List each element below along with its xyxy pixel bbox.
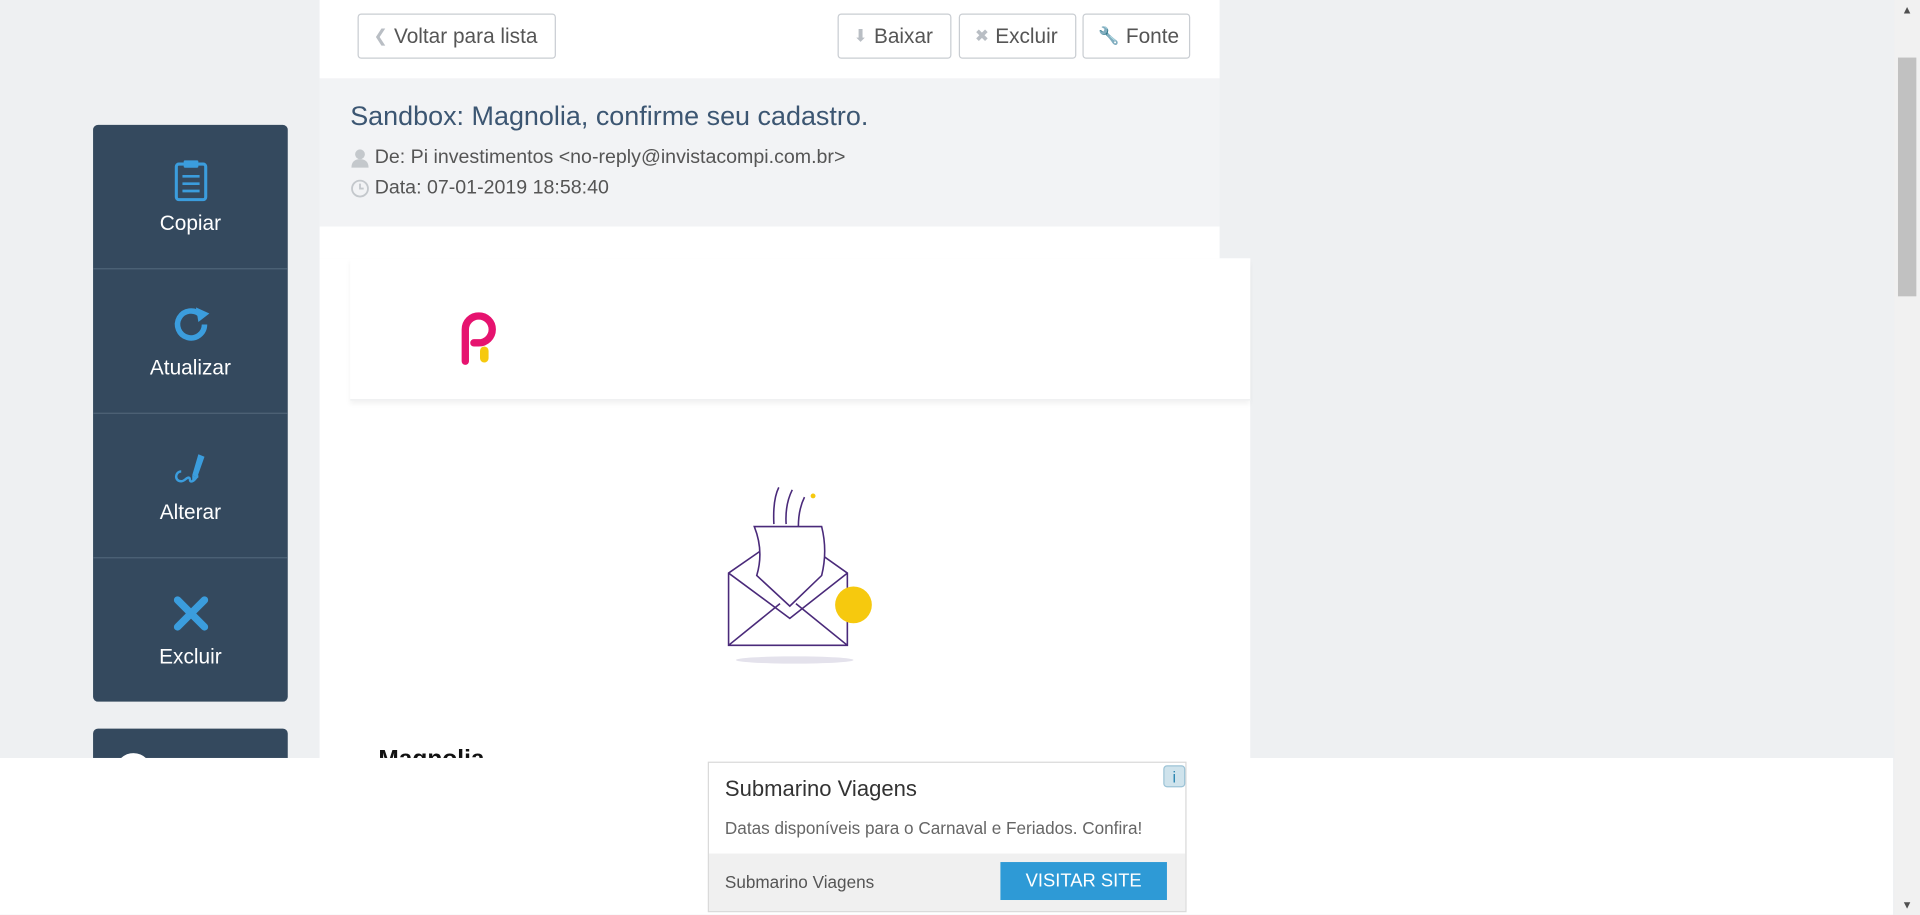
- pi-logo: [461, 312, 496, 365]
- scroll-down-arrow-icon[interactable]: ▼: [1894, 895, 1920, 915]
- visit-site-button[interactable]: VISITAR SITE: [1000, 862, 1167, 901]
- message-from: De: Pi investimentos <no-reply@invistaco…: [374, 146, 846, 168]
- download-button[interactable]: ⬇ Baixar: [837, 13, 952, 59]
- delete-side-button[interactable]: Excluir: [93, 558, 288, 701]
- ad-info-icon[interactable]: i: [1163, 765, 1186, 788]
- refresh-icon: [174, 306, 209, 341]
- source-button[interactable]: 🔧 Fonte: [1082, 13, 1191, 59]
- ad-title[interactable]: Submarino Viagens: [725, 776, 917, 802]
- message-header: Sandbox: Magnolia, confirme seu cadastro…: [319, 78, 1220, 227]
- back-to-list-label: Voltar para lista: [393, 23, 538, 48]
- clipboard-icon: [174, 159, 207, 201]
- times-icon: ✖: [974, 25, 990, 46]
- download-label: Baixar: [873, 23, 933, 48]
- message-date-row: Data: 07-01-2019 18:58:40: [350, 178, 609, 200]
- close-icon: [173, 595, 208, 631]
- ad-footer: Submarino Viagens VISITAR SITE: [708, 853, 1186, 912]
- back-to-list-button[interactable]: ❮ Voltar para lista: [357, 13, 556, 59]
- envelope-illustration: [727, 486, 872, 664]
- scroll-up-arrow-icon[interactable]: ▲: [1894, 0, 1920, 20]
- ad-description: Datas disponíveis para o Carnaval e Feri…: [724, 817, 1143, 838]
- message-subject: Sandbox: Magnolia, confirme seu cadastro…: [350, 100, 869, 132]
- message-toolbar: ❮ Voltar para lista ⬇ Baixar ✖ Excluir 🔧…: [319, 0, 1220, 79]
- copy-label: Copiar: [159, 211, 222, 235]
- edit-label: Alterar: [159, 500, 222, 524]
- copy-button[interactable]: Copiar: [93, 125, 288, 270]
- ad-advertiser: Submarino Viagens: [724, 871, 875, 892]
- scroll-thumb[interactable]: [1897, 57, 1917, 297]
- edit-signature-icon: [174, 453, 204, 483]
- delete-label: Excluir: [995, 23, 1058, 48]
- refresh-label: Atualizar: [149, 355, 231, 379]
- user-icon: [351, 149, 369, 168]
- email-content: Magnolia,: [319, 258, 1251, 773]
- delete-button[interactable]: ✖ Excluir: [958, 13, 1077, 59]
- action-sidebar: Copiar Atualizar Alterar Excluir: [93, 124, 288, 702]
- email-brand-bar: [350, 258, 1251, 401]
- source-label: Fonte: [1125, 23, 1180, 48]
- message-body-top: [319, 226, 1220, 259]
- refresh-button[interactable]: Atualizar: [93, 269, 288, 414]
- chevron-left-icon: ❮: [373, 25, 388, 46]
- ad-banner[interactable]: Submarino Viagens Datas disponíveis para…: [707, 761, 1187, 913]
- message-from-row: De: Pi investimentos <no-reply@invistaco…: [350, 147, 845, 169]
- edit-button[interactable]: Alterar: [93, 414, 288, 559]
- download-icon: ⬇: [853, 25, 868, 46]
- wrench-icon: 🔧: [1098, 25, 1120, 46]
- delete-side-label: Excluir: [159, 644, 222, 668]
- clock-icon: [351, 179, 369, 198]
- message-date: Data: 07-01-2019 18:58:40: [374, 177, 609, 199]
- vertical-scrollbar[interactable]: ▲ ▼: [1894, 0, 1920, 915]
